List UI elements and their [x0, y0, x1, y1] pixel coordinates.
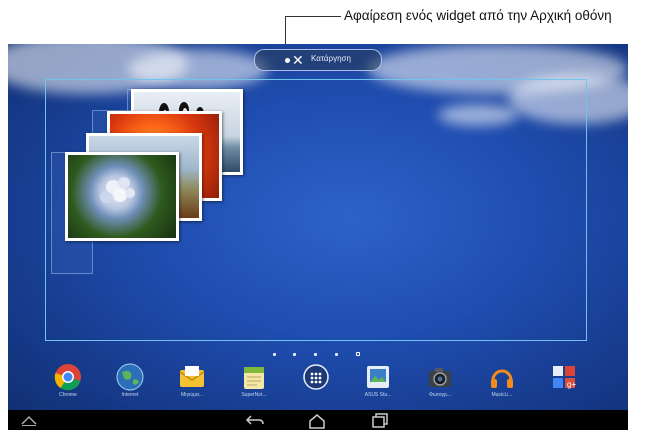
navbar-hide-icon[interactable] [20, 413, 38, 427]
dock-app-label: Φωτογρ... [428, 392, 452, 398]
dock-app-supernote[interactable]: SuperNot... [228, 363, 280, 398]
page-dot[interactable] [273, 353, 276, 356]
dock-app-drawer[interactable] [290, 363, 342, 392]
dock-app-label: Μηνύμα... [180, 392, 204, 398]
home-screen: ✕ Κατάργηση Chrome Internet Μηνύμα... Su… [8, 44, 628, 430]
dock-app-label: Internet [121, 392, 139, 398]
page-dot[interactable] [314, 353, 317, 356]
callout-caption: Αφαίρεση ενός widget από την Αρχική οθόν… [344, 8, 612, 23]
chrome-icon [54, 363, 82, 391]
photo-hydrangea [65, 152, 179, 241]
page-dot-active[interactable] [356, 352, 360, 356]
dock-app-email[interactable]: Μηνύμα... [166, 363, 218, 398]
email-icon [178, 363, 206, 391]
page-dot[interactable] [335, 353, 338, 356]
google-apps-folder-icon: g+ [550, 363, 578, 391]
dock-app-asus-studio[interactable]: ASUS Stu... [352, 363, 404, 398]
close-icon: ✕ [292, 52, 304, 68]
recent-apps-icon[interactable] [371, 413, 389, 428]
svg-text:g+: g+ [567, 380, 576, 389]
back-icon[interactable] [245, 413, 265, 427]
system-nav-bar [8, 410, 628, 430]
dock-app-chrome[interactable]: Chrome [42, 363, 94, 398]
dock-app-label: Chrome [59, 392, 77, 398]
supernote-icon [240, 363, 268, 391]
camera-icon [426, 363, 454, 391]
callout-leader-line [285, 16, 341, 17]
home-icon[interactable] [308, 413, 326, 429]
asus-studio-icon [364, 363, 392, 391]
dock-app-camera[interactable]: Φωτογρ... [414, 363, 466, 398]
dock-app-music[interactable]: MusicLi... [476, 363, 528, 398]
remove-label: Κατάργηση [311, 54, 351, 63]
app-drawer-icon [302, 363, 330, 391]
dock-app-label: ASUS Stu... [364, 392, 392, 398]
headphones-icon [488, 363, 516, 391]
dock-app-label: SuperNot... [241, 392, 267, 398]
drag-point-icon [285, 58, 290, 63]
page-dot[interactable] [293, 353, 296, 356]
remove-widget-target[interactable]: ✕ Κατάργηση [254, 49, 382, 71]
dock-folder-google[interactable]: g+ [538, 363, 590, 392]
globe-icon [116, 363, 144, 391]
dock-app-internet[interactable]: Internet [104, 363, 156, 398]
dock-app-label: MusicLi... [491, 392, 513, 398]
